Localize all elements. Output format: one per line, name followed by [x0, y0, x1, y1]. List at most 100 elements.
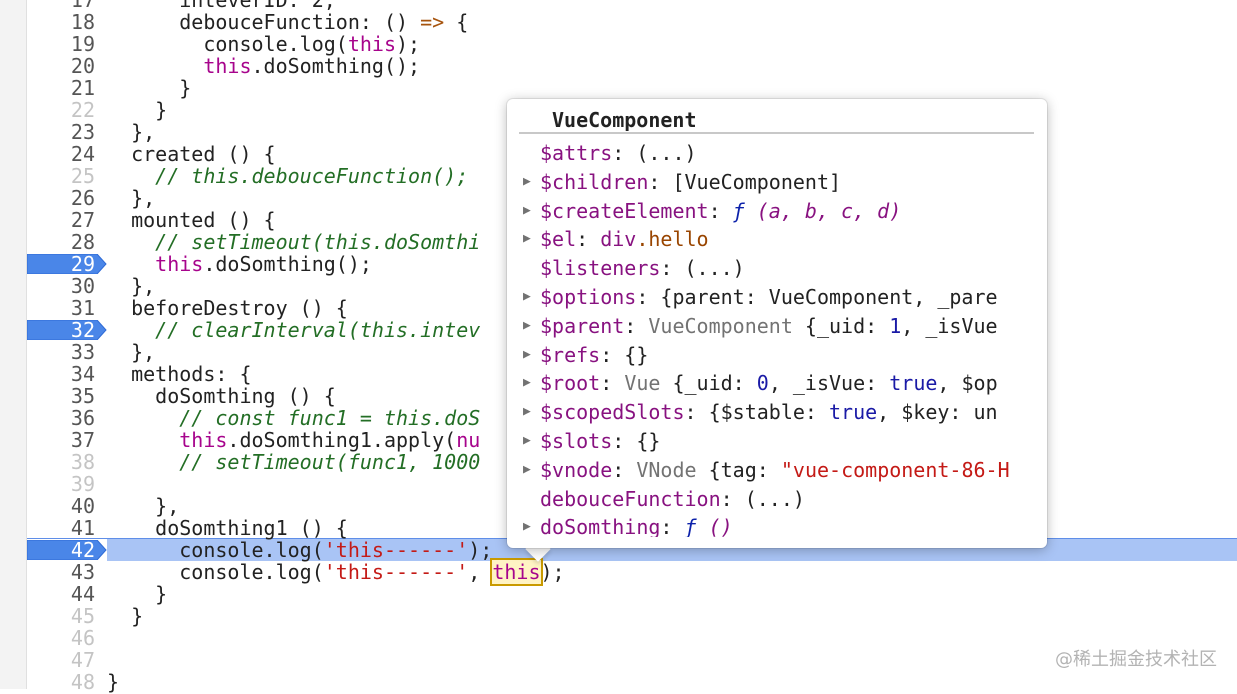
- property-row[interactable]: ▶ $options: {parent: VueComponent, _pare: [521, 283, 1035, 312]
- property-value: VueComponent: [648, 313, 793, 338]
- code-text: console.log(this);: [107, 33, 420, 55]
- code-token: ,: [468, 560, 493, 584]
- property-row[interactable]: ▶ $scopedSlots: {$stable: true, $key: un: [521, 398, 1035, 427]
- code-text: }: [107, 583, 167, 605]
- property-row[interactable]: ▶ $root: Vue {_uid: 0, _isVue: true, $op: [521, 369, 1035, 398]
- line-number[interactable]: 48: [27, 671, 95, 693]
- line-number[interactable]: 26: [27, 187, 95, 209]
- code-line[interactable]: 19 console.log(this);: [27, 33, 1237, 55]
- expand-triangle-icon[interactable]: ▶: [523, 283, 537, 312]
- line-number[interactable]: 20: [27, 55, 95, 77]
- code-token: methods: {: [107, 362, 252, 386]
- property-value: :: [708, 198, 733, 223]
- code-line[interactable]: 45 }: [27, 605, 1237, 627]
- code-token: },: [107, 274, 156, 298]
- code-line[interactable]: 20 this.doSomthing();: [27, 55, 1237, 77]
- line-number[interactable]: 37: [27, 429, 95, 451]
- property-entry: $refs: {}: [540, 341, 648, 370]
- line-number[interactable]: 29: [27, 253, 95, 275]
- line-number[interactable]: 23: [27, 121, 95, 143]
- line-number[interactable]: 25: [27, 165, 95, 187]
- line-number[interactable]: 42: [27, 539, 95, 561]
- property-row[interactable]: $attrs: (...): [521, 139, 1035, 168]
- hovered-this-token[interactable]: this: [490, 558, 543, 586]
- property-row[interactable]: ▶ doSomthing: ƒ (): [521, 513, 1035, 537]
- popover-property-list[interactable]: $attrs: (...) ▶ $children: [VueComponent] ▶…: [521, 139, 1035, 537]
- code-text: beforeDestroy () {: [107, 297, 348, 319]
- property-name: $vnode: [540, 457, 613, 482]
- property-value: true: [829, 400, 878, 425]
- line-number[interactable]: 32: [27, 319, 95, 341]
- code-line[interactable]: 18 debouceFunction: () => {: [27, 11, 1237, 33]
- line-number[interactable]: 38: [27, 451, 95, 473]
- code-token: debouceFunction: (): [107, 10, 421, 34]
- code-line[interactable]: 48}: [27, 671, 1237, 693]
- property-entry: $parent: VueComponent {_uid: 1, _isVue: [540, 312, 998, 341]
- expand-triangle-icon[interactable]: ▶: [523, 369, 537, 398]
- line-number[interactable]: 31: [27, 297, 95, 319]
- code-text: this.doSomthing();: [107, 55, 420, 77]
- property-row[interactable]: ▶ $vnode: VNode {tag: "vue-component-86-H: [521, 456, 1035, 485]
- property-entry: $createElement: ƒ (a, b, c, d): [540, 197, 901, 226]
- expand-triangle-icon[interactable]: ▶: [523, 427, 537, 456]
- line-number[interactable]: 27: [27, 209, 95, 231]
- code-line[interactable]: 21 }: [27, 77, 1237, 99]
- line-number[interactable]: 44: [27, 583, 95, 605]
- line-number[interactable]: 45: [27, 605, 95, 627]
- line-number[interactable]: 36: [27, 407, 95, 429]
- expand-triangle-icon[interactable]: ▶: [523, 456, 537, 485]
- expand-triangle-icon[interactable]: ▶: [523, 341, 537, 370]
- code-line[interactable]: 44 }: [27, 583, 1237, 605]
- line-number[interactable]: 30: [27, 275, 95, 297]
- expand-triangle-icon[interactable]: ▶: [523, 513, 537, 537]
- line-number[interactable]: 35: [27, 385, 95, 407]
- code-line[interactable]: 43 console.log('this------', this);: [27, 558, 1237, 586]
- property-value: : [VueComponent]: [648, 169, 842, 194]
- line-number[interactable]: 34: [27, 363, 95, 385]
- property-name: $listeners: [540, 256, 661, 281]
- property-row[interactable]: ▶ $parent: VueComponent {_uid: 1, _isVue: [521, 312, 1035, 341]
- code-token: );: [540, 560, 565, 584]
- expand-triangle-icon[interactable]: ▶: [523, 225, 537, 254]
- property-value: "vue-component-86-H: [780, 457, 1010, 482]
- popover-divider: [519, 132, 1034, 134]
- line-number[interactable]: 18: [27, 11, 95, 33]
- property-row[interactable]: ▶ $createElement: ƒ (a, b, c, d): [521, 197, 1035, 226]
- line-number[interactable]: 43: [27, 561, 95, 583]
- code-text: created () {: [107, 143, 276, 165]
- property-row[interactable]: ▶ $slots: {}: [521, 427, 1035, 456]
- code-text: // setTimeout(func1, 1000: [107, 451, 480, 473]
- line-number[interactable]: 41: [27, 517, 95, 539]
- line-number[interactable]: 28: [27, 231, 95, 253]
- property-row[interactable]: ▶ $refs: {}: [521, 341, 1035, 370]
- line-number[interactable]: 22: [27, 99, 95, 121]
- property-row[interactable]: ▶ $children: [VueComponent]: [521, 168, 1035, 197]
- expand-triangle-icon[interactable]: ▶: [523, 168, 537, 197]
- property-name: doSomthing: [540, 515, 661, 537]
- code-token: this: [203, 54, 252, 78]
- line-number[interactable]: 24: [27, 143, 95, 165]
- property-value: .hello: [636, 227, 709, 252]
- expand-triangle-icon[interactable]: ▶: [523, 312, 537, 341]
- line-number[interactable]: 47: [27, 649, 95, 671]
- line-number[interactable]: 21: [27, 77, 95, 99]
- property-row[interactable]: ▶ $el: div.hello: [521, 225, 1035, 254]
- code-token: created () {: [107, 142, 276, 166]
- property-name: $createElement: [540, 198, 709, 223]
- expand-triangle-icon[interactable]: ▶: [523, 197, 537, 226]
- line-number[interactable]: 19: [27, 33, 95, 55]
- line-number[interactable]: 33: [27, 341, 95, 363]
- code-token: },: [107, 340, 156, 364]
- code-token: this: [179, 428, 228, 452]
- property-value: :: [624, 313, 649, 338]
- line-number[interactable]: 39: [27, 473, 95, 495]
- line-number[interactable]: 40: [27, 495, 95, 517]
- property-row[interactable]: debouceFunction: (...): [521, 485, 1035, 514]
- line-number[interactable]: 46: [27, 627, 95, 649]
- property-row[interactable]: $listeners: (...): [521, 254, 1035, 283]
- expand-triangle-icon[interactable]: ▶: [523, 398, 537, 427]
- property-name: $scopedSlots: [540, 400, 685, 425]
- code-text: },: [107, 275, 155, 297]
